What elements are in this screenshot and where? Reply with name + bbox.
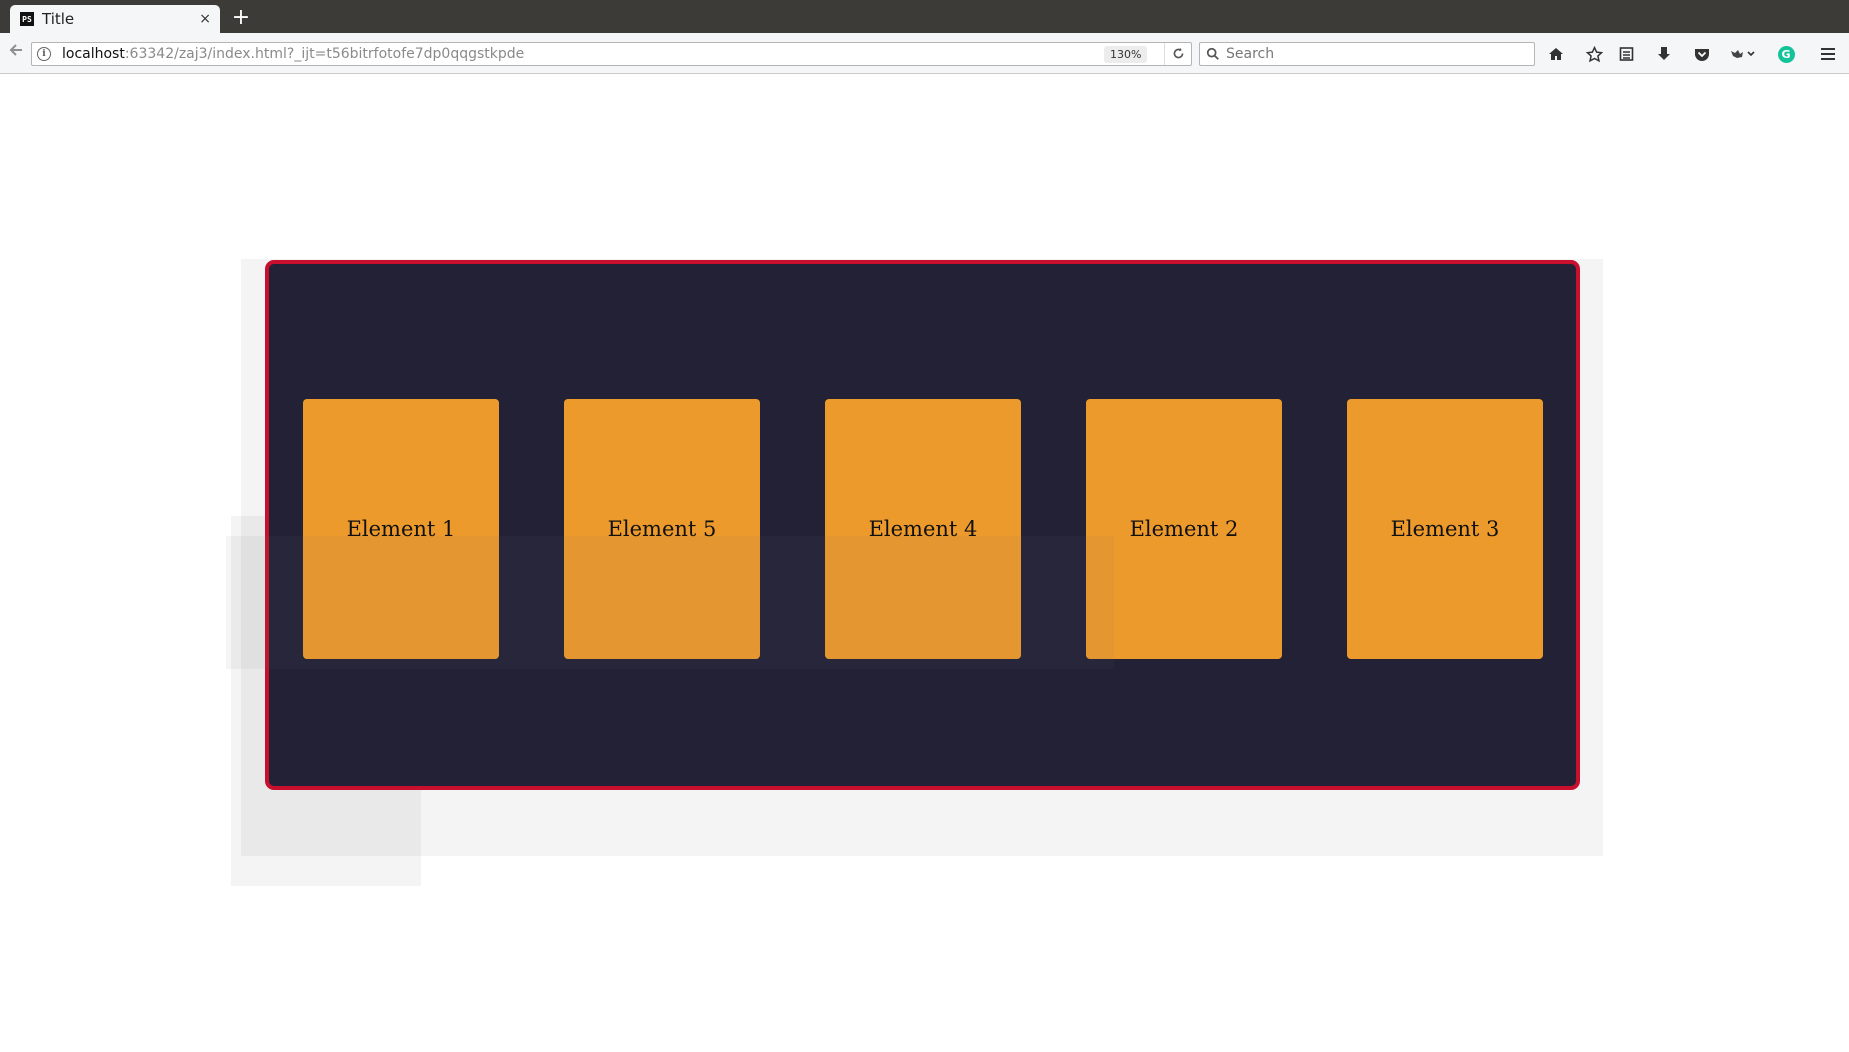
url-host: localhost xyxy=(62,46,125,62)
element-label: Element 3 xyxy=(1390,517,1500,541)
pocket-button[interactable] xyxy=(1689,42,1715,66)
reload-icon xyxy=(1173,47,1184,59)
new-tab-button[interactable]: + xyxy=(228,5,254,31)
back-arrow-icon xyxy=(9,44,22,56)
element-card: Element 5 xyxy=(564,399,760,659)
bookmark-star-icon xyxy=(1585,45,1603,62)
grammarly-button[interactable]: G xyxy=(1773,42,1799,66)
favicon-icon: PS xyxy=(20,12,34,26)
navigation-bar: i localhost:63342/zaj3/index.html?_ijt=t… xyxy=(0,33,1849,74)
element-label: Element 2 xyxy=(1129,517,1239,541)
element-label: Element 5 xyxy=(607,517,717,541)
element-card: Element 4 xyxy=(825,399,1021,659)
back-button[interactable] xyxy=(4,41,28,65)
home-button[interactable] xyxy=(1543,42,1569,66)
bookmark-button[interactable] xyxy=(1581,42,1607,66)
reader-list-icon xyxy=(1619,47,1633,61)
reader-list-button[interactable] xyxy=(1613,42,1639,66)
flex-container: Element 1 Element 5 Element 4 Element 2 … xyxy=(265,260,1580,790)
tab-title: Title xyxy=(42,10,75,28)
reload-button[interactable] xyxy=(1164,43,1192,65)
download-icon xyxy=(1658,47,1670,60)
menu-icon xyxy=(1821,48,1835,60)
element-label: Element 1 xyxy=(346,517,456,541)
close-tab-icon[interactable]: × xyxy=(199,11,211,27)
element-card: Element 3 xyxy=(1347,399,1543,659)
url-text: localhost:63342/zaj3/index.html?_ijt=t56… xyxy=(62,46,524,62)
menu-button[interactable] xyxy=(1815,42,1841,66)
extension-icon xyxy=(1731,50,1755,58)
search-input[interactable] xyxy=(1224,45,1524,63)
home-icon xyxy=(1549,48,1563,60)
grammarly-icon: G xyxy=(1777,45,1795,63)
url-path: :63342/zaj3/index.html?_ijt=t56bitrfotof… xyxy=(124,46,525,62)
search-bar[interactable] xyxy=(1199,42,1535,66)
zoom-level[interactable]: 130% xyxy=(1104,46,1148,63)
tab-bar: PS Title × + xyxy=(0,0,1849,33)
download-button[interactable] xyxy=(1651,42,1677,66)
site-info-icon[interactable]: i xyxy=(37,47,51,61)
search-icon xyxy=(1206,47,1219,60)
element-label: Element 4 xyxy=(868,517,978,541)
element-card: Element 1 xyxy=(303,399,499,659)
element-card: Element 2 xyxy=(1086,399,1282,659)
url-bar[interactable]: i localhost:63342/zaj3/index.html?_ijt=t… xyxy=(31,42,1192,66)
pocket-icon xyxy=(1695,48,1709,61)
browser-tab[interactable]: PS Title × xyxy=(10,5,220,33)
extension-button[interactable] xyxy=(1724,42,1760,66)
